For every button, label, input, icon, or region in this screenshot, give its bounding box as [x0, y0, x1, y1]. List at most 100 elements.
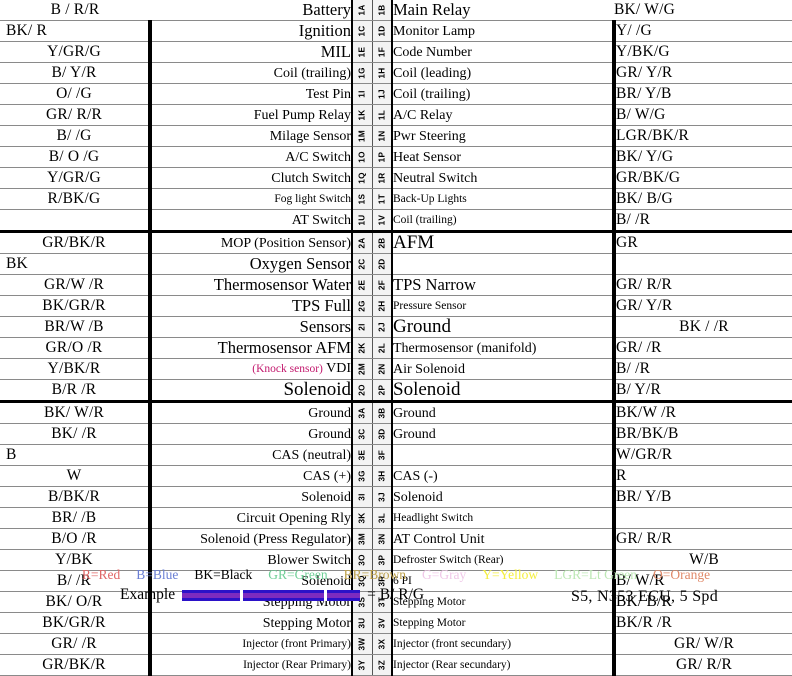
pin-cell-pin-a: 3A — [351, 401, 373, 424]
legend-entry: Y=Yellow — [482, 567, 539, 582]
right-function-text: Headlight Switch — [393, 512, 474, 525]
pin-cell-pin-a: 1I — [351, 83, 373, 105]
left-function-label: Injector (Rear Primary) — [150, 654, 353, 676]
left-function-text: Battery — [302, 0, 351, 19]
pin-cell-pin-a: 2C — [351, 253, 373, 275]
pin-label: 3L — [376, 512, 386, 524]
left-wire-color: GR/BK/R — [0, 654, 152, 676]
pin-label: 2K — [357, 342, 367, 354]
table-row: AT Switch 1U 1V Coil (trailing) B/ /R — [0, 209, 792, 233]
pin-cell-pin-b: 1D — [371, 20, 393, 42]
knock-sensor-note: (Knock sensor) — [252, 363, 323, 376]
left-function-text: A/C Switch — [285, 149, 351, 165]
right-function-label: Neutral Switch — [392, 167, 616, 189]
pin-label: 3M — [357, 533, 367, 545]
pin-label: 3J — [376, 492, 386, 502]
pin-cell-pin-b: 1V — [371, 209, 393, 233]
right-function-text: Coil (trailing) — [393, 86, 471, 102]
pin-cell-pin-b: 3F — [371, 444, 393, 466]
wire-stripe — [182, 592, 361, 598]
table-row: GR/BK/R MOP (Position Sensor) 2A 2B AFM GR — [0, 231, 792, 254]
pin-label: 3A — [357, 407, 367, 419]
right-function-text: Pwr Steering — [393, 128, 466, 144]
right-wire-color: GR/ Y/R — [614, 295, 792, 317]
right-function-text: Main Relay — [393, 0, 471, 19]
left-wire-color: B/ O /G — [0, 146, 152, 168]
pin-label: 2O — [357, 384, 367, 396]
pin-label: 3U — [357, 617, 367, 629]
left-function-text: Clutch Switch — [271, 170, 351, 186]
pin-cell-pin-a: 3U — [351, 612, 373, 634]
pin-label: 1D — [376, 25, 386, 37]
table-row: BK/ R Ignition 1C 1D Monitor Lamp Y/ /G — [0, 20, 792, 42]
right-function-text: Back-Up Lights — [393, 193, 467, 206]
right-function-label: Air Solenoid — [392, 358, 616, 380]
pin-cell-pin-a: 1O — [351, 146, 373, 168]
left-wire-color: B — [0, 444, 152, 466]
left-function-label: CAS (neutral) — [150, 444, 353, 466]
left-function-text: Fog light Switch — [274, 193, 351, 206]
pin-cell-pin-b: 3B — [371, 401, 393, 424]
right-wire-color: GR/BK/G — [614, 167, 792, 189]
pin-cell-pin-b: 2B — [371, 231, 393, 254]
right-function-text: Injector (front secundary) — [393, 638, 512, 651]
right-function-text: Injector (Rear secundary) — [393, 659, 511, 672]
left-function-label: Oxygen Sensor — [150, 253, 353, 275]
example-label: Example — [120, 586, 176, 603]
right-wire-color: BK/R /R — [614, 612, 792, 634]
left-function-label: Coil (trailing) — [150, 62, 353, 84]
left-wire-color: O/ /G — [0, 83, 152, 105]
right-function-label: Thermosensor (manifold) — [392, 337, 616, 359]
pin-label: 3X — [376, 638, 386, 650]
left-function-text: Injector (front Primary) — [242, 638, 351, 651]
left-function-label: Test Pin — [150, 83, 353, 105]
pin-cell-pin-a: 1U — [351, 209, 373, 233]
left-wire-color: B/R /R — [0, 379, 152, 403]
table-row: B/ /G Milage Sensor 1M 1N Pwr Steering LGR/BK… — [0, 125, 792, 147]
right-function-label — [392, 253, 616, 275]
pin-label: 3N — [376, 533, 386, 545]
table-row: B/R /R Solenoid 2O 2P Solenoid B/ Y/R — [0, 379, 792, 403]
left-function-label: Sensors — [150, 316, 353, 338]
pin-cell-pin-b: 2L — [371, 337, 393, 359]
pin-cell-pin-b: 1H — [371, 62, 393, 84]
pin-label: 2F — [376, 279, 386, 291]
pin-label: 3I — [357, 493, 367, 501]
right-function-label: Code Number — [392, 41, 616, 63]
pin-cell-pin-b: 1J — [371, 83, 393, 105]
pin-label: 2I — [357, 323, 367, 331]
example-equals-text: = B/ R/G — [367, 586, 425, 603]
right-function-text: Ground — [393, 316, 452, 337]
left-function-label: Solenoid (Press Regulator) — [150, 528, 353, 550]
right-function-label: Ground — [392, 423, 616, 445]
right-function-label: Headlight Switch — [392, 507, 616, 529]
pin-cell-pin-b: 2D — [371, 253, 393, 275]
right-wire-color: GR/ R/R — [614, 274, 792, 296]
pin-label: 1R — [376, 172, 386, 184]
pin-cell-pin-a: 2G — [351, 295, 373, 317]
pin-label: 2A — [357, 237, 367, 249]
right-function-label: Stepping Motor — [392, 612, 616, 634]
legend-entry: G=Gray — [421, 567, 467, 582]
pin-label: 1H — [376, 67, 386, 79]
wire-tick-1 — [240, 589, 244, 601]
right-wire-color: B/ W/G — [614, 104, 792, 126]
pin-label: 2L — [376, 342, 386, 354]
pin-label: 2G — [357, 300, 367, 312]
left-function-text: Sensors — [299, 316, 351, 336]
right-function-text: CAS (-) — [393, 468, 438, 484]
pin-label: 1U — [357, 214, 367, 226]
pin-label: 1N — [376, 130, 386, 142]
right-wire-color: BR/BK/B — [614, 423, 792, 445]
pin-label: 1I — [357, 90, 367, 98]
left-function-label: Circuit Opening Rly — [150, 507, 353, 529]
legend-entry: B=Blue — [136, 567, 179, 582]
pin-cell-pin-a: 2A — [351, 231, 373, 254]
right-function-text: Heat Sensor — [393, 149, 462, 165]
wire-color-legend: R=Red B=Blue BK=Black GR=Green BR=Brown G=Gra… — [0, 566, 792, 612]
pin-cell-pin-a: 3M — [351, 528, 373, 550]
right-wire-color: GR — [614, 231, 792, 254]
pin-cell-pin-a: 2I — [351, 316, 373, 338]
left-wire-color: GR/BK/R — [0, 231, 152, 254]
left-function-label: Battery — [150, 0, 353, 21]
